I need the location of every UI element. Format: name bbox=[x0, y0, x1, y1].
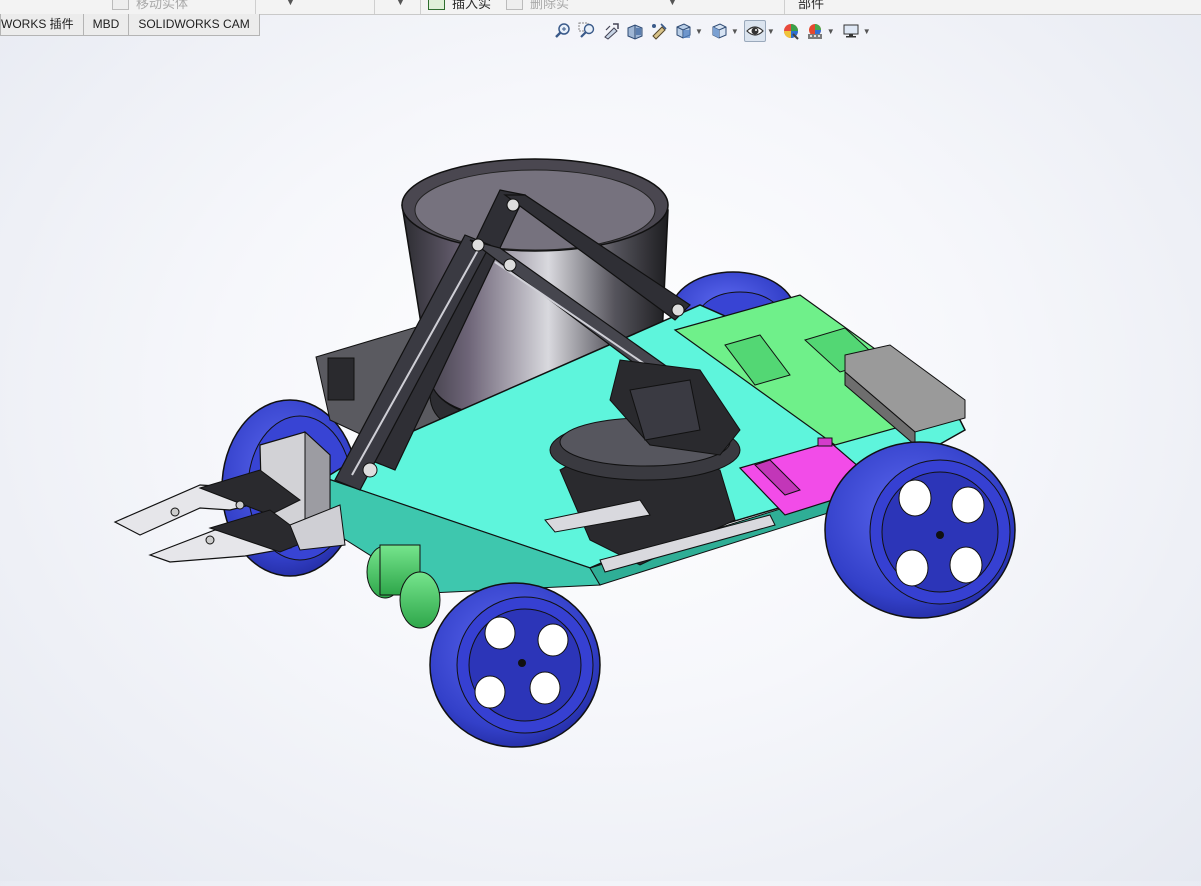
ribbon-separator bbox=[784, 0, 785, 14]
delete-body-label[interactable]: 删除实 bbox=[530, 0, 569, 12]
ribbon-separator bbox=[374, 0, 375, 14]
chevron-down-icon[interactable]: ▼ bbox=[695, 27, 703, 36]
chevron-down-icon[interactable]: ▼ bbox=[863, 27, 871, 36]
component-label[interactable]: 部件 bbox=[798, 0, 824, 12]
chevron-down-icon[interactable]: ▼ bbox=[731, 27, 739, 36]
ribbon-separator bbox=[255, 0, 256, 14]
wheel-front-left bbox=[429, 582, 601, 748]
tab-solidworks-addins[interactable]: WORKS 插件 bbox=[0, 14, 84, 36]
delete-body-icon[interactable] bbox=[506, 0, 523, 10]
chevron-down-icon[interactable]: ▼ bbox=[286, 0, 295, 7]
tab-mbd[interactable]: MBD bbox=[82, 14, 130, 36]
command-manager-tabs: WORKS 插件 MBD SOLIDWORKS CAM bbox=[0, 14, 260, 36]
insert-body-label[interactable]: 插入实 bbox=[452, 0, 491, 12]
ribbon-strip: 移动实体 ▼ ▼ 插入实 删除实 ▼ 部件 bbox=[0, 0, 1201, 15]
chevron-down-icon[interactable]: ▼ bbox=[767, 27, 775, 36]
insert-body-icon[interactable] bbox=[428, 0, 445, 10]
robot-car-model[interactable] bbox=[0, 37, 1201, 881]
tab-solidworks-cam[interactable]: SOLIDWORKS CAM bbox=[128, 14, 260, 36]
chevron-down-icon[interactable]: ▼ bbox=[396, 0, 405, 7]
graphics-area[interactable] bbox=[0, 37, 1201, 881]
move-body-label[interactable]: 移动实体 bbox=[136, 0, 188, 12]
ribbon-separator bbox=[420, 0, 421, 14]
chevron-down-icon[interactable]: ▼ bbox=[668, 0, 677, 7]
move-body-icon[interactable] bbox=[112, 0, 129, 10]
wheel-front-right bbox=[824, 441, 1016, 619]
chevron-down-icon[interactable]: ▼ bbox=[827, 27, 835, 36]
